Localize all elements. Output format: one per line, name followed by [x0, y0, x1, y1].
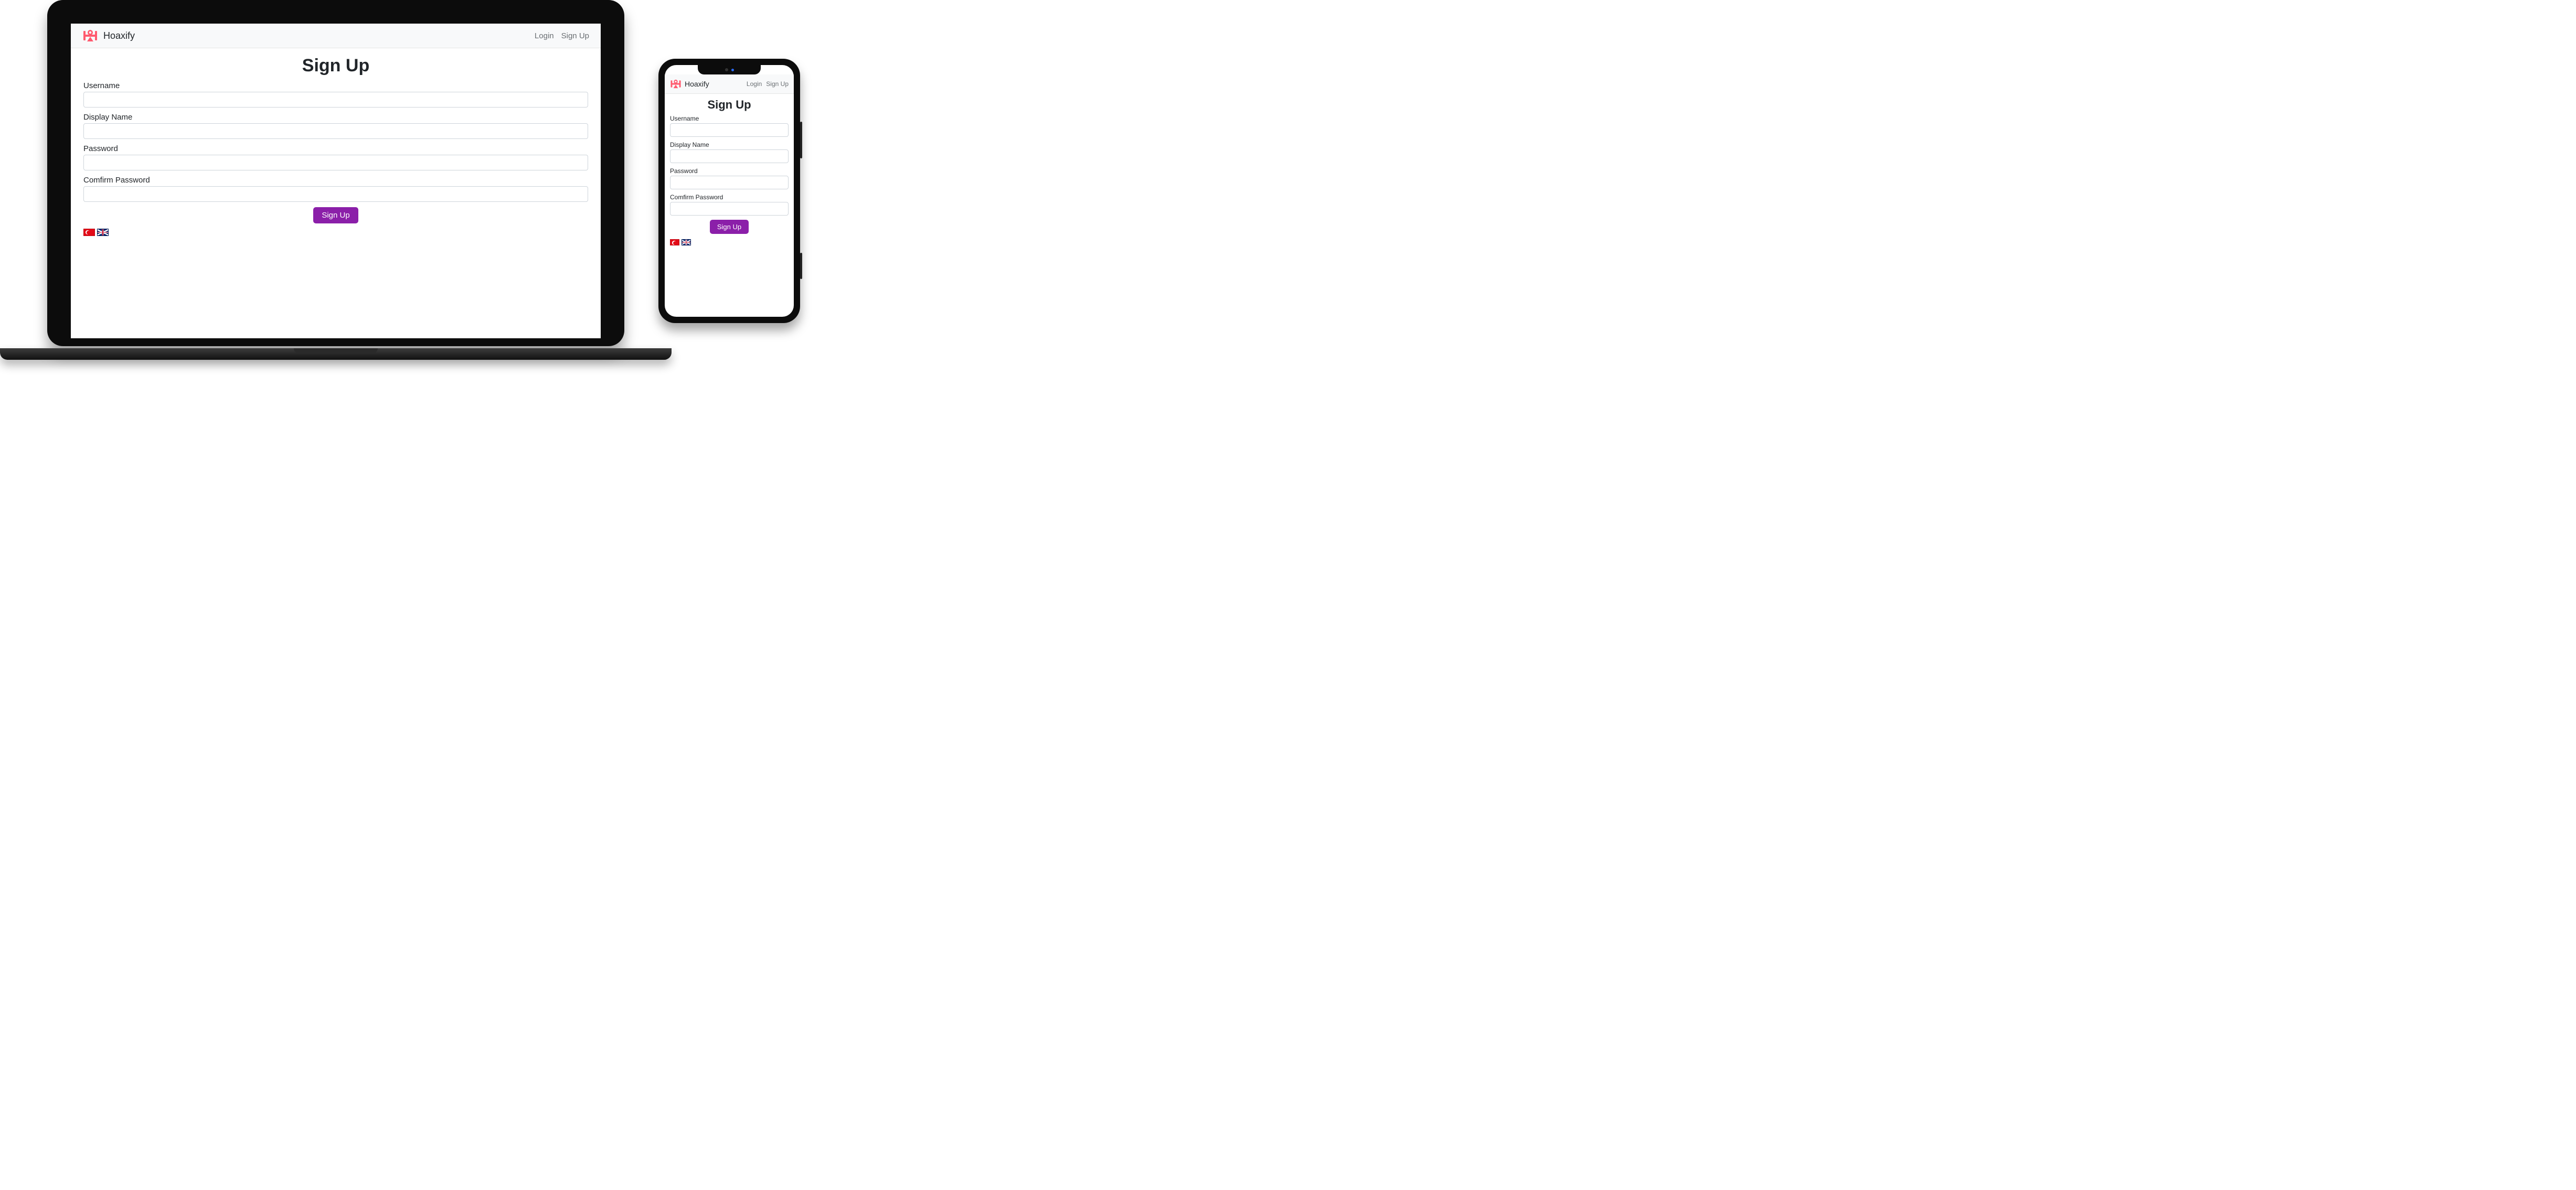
- laptop-base-notch: [294, 348, 378, 353]
- label-displayname-mobile: Display Name: [670, 141, 789, 148]
- language-flags: [83, 229, 588, 236]
- phone-camera-icon: [731, 69, 734, 71]
- input-username[interactable]: [83, 92, 588, 108]
- form-group-password-mobile: Password: [670, 167, 789, 189]
- label-password: Password: [83, 144, 588, 153]
- page-title: Sign Up: [83, 56, 588, 76]
- brand-name: Hoaxify: [103, 30, 135, 41]
- nav-link-login[interactable]: Login: [535, 31, 554, 40]
- label-displayname: Display Name: [83, 113, 588, 122]
- input-password[interactable]: [83, 155, 588, 170]
- form-group-confirmpassword-mobile: Comfirm Password: [670, 194, 789, 216]
- laptop-device-frame: Hoaxify Login Sign Up Sign Up Username D…: [47, 0, 624, 363]
- page-title-mobile: Sign Up: [670, 98, 789, 112]
- form-group-password: Password: [83, 144, 588, 170]
- form-group-confirmpassword: Comfirm Password: [83, 176, 588, 202]
- phone-bezel: Hoaxify Login Sign Up Sign Up Username D…: [658, 59, 800, 323]
- input-displayname-mobile[interactable]: [670, 149, 789, 163]
- submit-row: Sign Up: [83, 207, 588, 223]
- flag-uk-icon[interactable]: [97, 229, 109, 236]
- laptop-screen: Hoaxify Login Sign Up Sign Up Username D…: [71, 24, 601, 338]
- label-username-mobile: Username: [670, 115, 789, 122]
- input-confirmpassword[interactable]: [83, 186, 588, 202]
- input-confirmpassword-mobile[interactable]: [670, 202, 789, 216]
- input-username-mobile[interactable]: [670, 123, 789, 137]
- submit-row-mobile: Sign Up: [670, 220, 789, 234]
- phone-side-button: [800, 122, 802, 158]
- form-group-displayname: Display Name: [83, 113, 588, 139]
- nav-link-login-mobile[interactable]: Login: [747, 80, 762, 88]
- label-password-mobile: Password: [670, 167, 789, 175]
- nav-link-signup[interactable]: Sign Up: [561, 31, 589, 40]
- app-navbar-mobile: Hoaxify Login Sign Up: [665, 74, 794, 94]
- brand-logo-icon: [82, 29, 98, 42]
- brand-name: Hoaxify: [685, 80, 709, 88]
- signup-button[interactable]: Sign Up: [313, 207, 358, 223]
- input-password-mobile[interactable]: [670, 176, 789, 189]
- input-displayname[interactable]: [83, 123, 588, 139]
- form-group-username-mobile: Username: [670, 115, 789, 137]
- language-flags-mobile: [670, 239, 789, 245]
- flag-uk-icon[interactable]: [682, 239, 691, 245]
- page-content-mobile: Sign Up Username Display Name Password C…: [665, 94, 794, 251]
- laptop-base: [47, 346, 624, 363]
- nav-links-mobile: Login Sign Up: [747, 80, 789, 88]
- form-group-username: Username: [83, 81, 588, 108]
- phone-device-frame: Hoaxify Login Sign Up Sign Up Username D…: [658, 59, 800, 323]
- signup-button-mobile[interactable]: Sign Up: [710, 220, 749, 234]
- label-username: Username: [83, 81, 588, 90]
- brand[interactable]: Hoaxify: [82, 29, 135, 42]
- form-group-displayname-mobile: Display Name: [670, 141, 789, 163]
- brand-logo-icon: [670, 79, 682, 89]
- flag-tr-icon[interactable]: [670, 239, 679, 245]
- label-confirmpassword-mobile: Comfirm Password: [670, 194, 789, 201]
- phone-side-button: [800, 253, 802, 279]
- phone-notch: [698, 65, 761, 74]
- phone-speaker-icon: [725, 68, 728, 71]
- app-navbar: Hoaxify Login Sign Up: [71, 24, 601, 48]
- laptop-bezel: Hoaxify Login Sign Up Sign Up Username D…: [47, 0, 624, 346]
- label-confirmpassword: Comfirm Password: [83, 176, 588, 185]
- brand-mobile[interactable]: Hoaxify: [670, 79, 709, 89]
- nav-link-signup-mobile[interactable]: Sign Up: [766, 80, 789, 88]
- flag-tr-icon[interactable]: [83, 229, 95, 236]
- phone-screen: Hoaxify Login Sign Up Sign Up Username D…: [665, 65, 794, 317]
- page-content: Sign Up Username Display Name Password C…: [71, 48, 601, 246]
- nav-links: Login Sign Up: [535, 31, 589, 40]
